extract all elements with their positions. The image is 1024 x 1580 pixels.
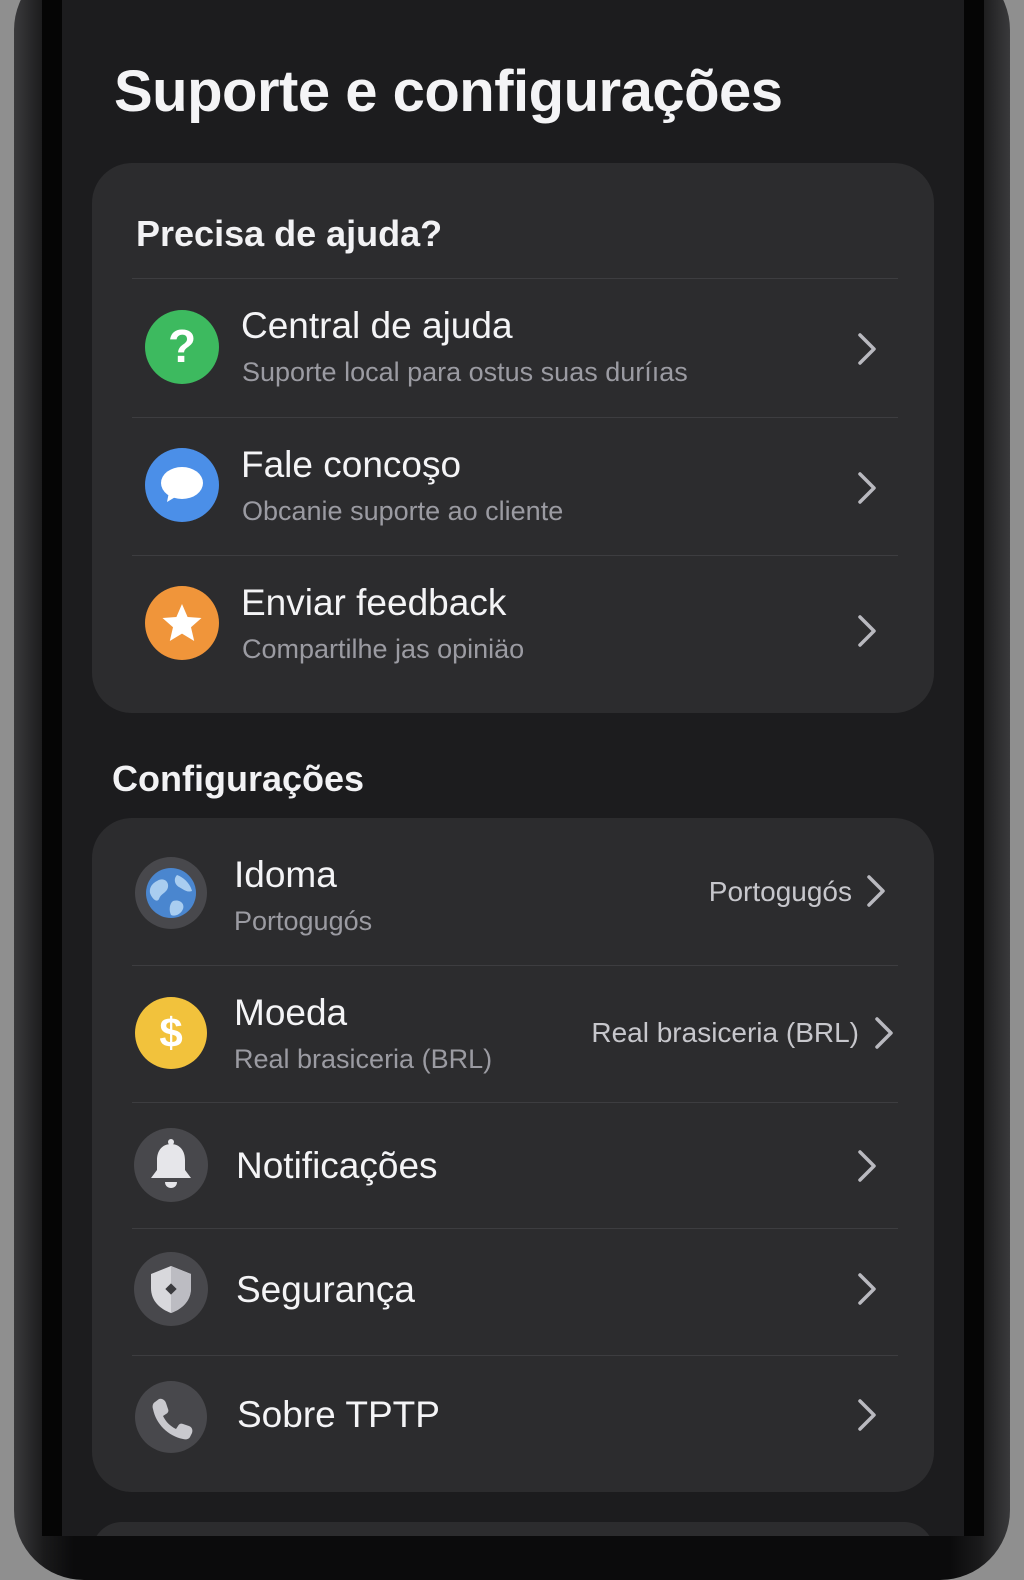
svg-text:?: ? xyxy=(168,320,196,372)
help-item-title: Central de ajuda xyxy=(241,305,513,346)
settings-item-title: Notificações xyxy=(236,1145,438,1186)
chevron-right-icon xyxy=(858,1399,876,1431)
help-item-subtitle: Obcanie suporte ao cliente xyxy=(242,496,564,526)
screen: Suporte e configurações Precisa de ajuda… xyxy=(62,0,964,1536)
chevron-right-icon xyxy=(858,1150,876,1182)
settings-card: Idoma Portogugós Portogugós $ Moeda Real… xyxy=(92,818,934,1492)
phone-icon xyxy=(135,1381,207,1453)
star-icon xyxy=(145,586,219,660)
settings-item-title: Segurança xyxy=(236,1269,415,1310)
settings-item-subtitle: Portogugós xyxy=(234,906,373,936)
settings-item-currency[interactable]: $ Moeda Real brasiceria (BRL) Real brasi… xyxy=(92,966,934,1102)
dollar-icon: $ xyxy=(135,997,207,1069)
next-card-partial xyxy=(92,1522,934,1536)
chevron-right-icon xyxy=(875,1017,893,1049)
settings-heading: Configurações xyxy=(112,758,365,799)
settings-item-value: Portogugós xyxy=(708,876,852,907)
phone-bezel-right xyxy=(964,0,984,1536)
bell-icon xyxy=(134,1128,208,1202)
chevron-right-icon xyxy=(858,1273,876,1305)
page-title: Suporte e configurações xyxy=(114,59,783,124)
globe-icon xyxy=(135,857,207,929)
help-item-feedback[interactable]: Enviar feedback Compartilhe jas opiniäo xyxy=(92,556,934,696)
settings-item-value: Real brasiceria (BRL) xyxy=(591,1017,859,1048)
settings-item-title: Moeda xyxy=(234,992,348,1033)
settings-item-subtitle: Real brasiceria (BRL) xyxy=(234,1044,493,1074)
settings-item-notifications[interactable]: Notificações xyxy=(92,1103,934,1228)
help-item-title: Enviar feedback xyxy=(241,582,507,623)
settings-item-title: Sobre TPTP xyxy=(237,1394,440,1435)
chevron-right-icon xyxy=(858,615,876,647)
settings-item-language[interactable]: Idoma Portogugós Portogugós xyxy=(92,818,934,965)
settings-item-security[interactable]: Segurança xyxy=(92,1229,934,1355)
help-heading: Precisa de ajuda? xyxy=(136,213,443,254)
chevron-right-icon xyxy=(867,875,885,907)
help-item-subtitle: Compartilhe jas opiniäo xyxy=(242,634,525,664)
help-item-contact[interactable]: Fale concoşo Obcanie suporte ao cliente xyxy=(92,418,934,555)
chevron-right-icon xyxy=(858,472,876,504)
question-icon: ? xyxy=(145,310,219,384)
settings-item-title: Idoma xyxy=(234,854,337,895)
chat-bubble-icon xyxy=(145,448,219,522)
help-card: Precisa de ajuda? ? Central de ajuda Sup… xyxy=(92,163,934,713)
help-item-title: Fale concoşo xyxy=(241,444,462,485)
svg-text:$: $ xyxy=(159,1009,182,1056)
shield-icon xyxy=(134,1252,208,1326)
help-item-subtitle: Suporte local para ostus suas duríıas xyxy=(242,357,688,387)
chevron-right-icon xyxy=(858,333,876,365)
settings-item-about[interactable]: Sobre TPTP xyxy=(92,1356,934,1486)
help-item-central[interactable]: ? Central de ajuda Suporte local para os… xyxy=(92,279,934,417)
phone-bezel-left xyxy=(42,0,62,1536)
